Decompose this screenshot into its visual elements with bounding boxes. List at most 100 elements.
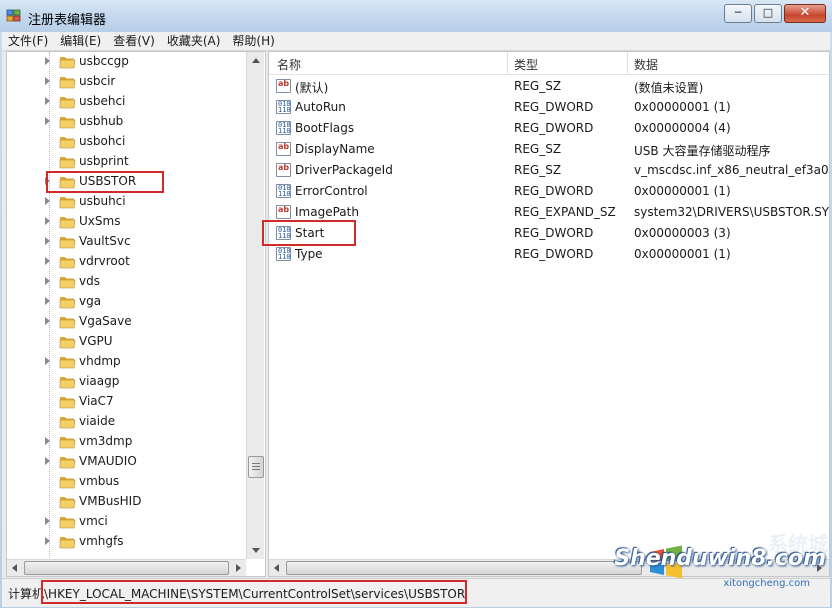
value-row[interactable]: ab ImagePath REG_EXPAND_SZ system32\DRIVERS… — [269, 202, 829, 223]
tree-item[interactable]: usbehci — [7, 92, 247, 112]
expand-arrow-icon[interactable] — [45, 537, 50, 545]
tree-item[interactable]: vm3dmp — [7, 432, 247, 452]
arrow-left-icon[interactable] — [274, 564, 279, 572]
column-data[interactable]: 数据 — [634, 56, 658, 73]
arrow-right-icon[interactable] — [236, 564, 241, 572]
expand-arrow-icon[interactable] — [45, 357, 50, 365]
scroll-up-button[interactable] — [247, 52, 264, 69]
value-name: DriverPackageId — [295, 163, 393, 177]
tree-vertical-scroll-thumb[interactable] — [248, 456, 264, 478]
tree-item[interactable]: usbohci — [7, 132, 247, 152]
tree-item-label: usbhub — [79, 114, 124, 128]
folder-icon — [59, 217, 76, 229]
value-list-pane[interactable]: 名称 类型 数据 ab (默认) REG_SZ (数值未设置) 010 110 AutoRu… — [268, 51, 830, 577]
tree-horizontal-scrollbar[interactable] — [7, 559, 246, 576]
binary-value-icon: 010 110 — [276, 247, 291, 261]
value-name: Start — [295, 226, 325, 240]
value-data: 0x00000001 (1) — [634, 100, 731, 114]
menu-view[interactable]: 查看(V) — [107, 32, 161, 50]
tree-item[interactable]: usbprint — [7, 152, 247, 172]
value-row[interactable]: ab DriverPackageId REG_SZ v_mscdsc.inf_x86_… — [269, 160, 829, 181]
expand-arrow-icon[interactable] — [45, 217, 50, 225]
value-row[interactable]: 010 110 Type REG_DWORD 0x00000001 (1) — [269, 244, 829, 265]
tree-item[interactable]: usbccgp — [7, 52, 247, 72]
expand-arrow-icon[interactable] — [45, 77, 50, 85]
expand-arrow-icon[interactable] — [45, 257, 50, 265]
tree-item[interactable]: vds — [7, 272, 247, 292]
window-title: 注册表编辑器 — [28, 13, 107, 28]
expand-arrow-icon[interactable] — [45, 197, 50, 205]
menu-help[interactable]: 帮助(H) — [226, 32, 280, 50]
column-divider[interactable] — [627, 52, 628, 74]
tree-vertical-scrollbar[interactable] — [246, 52, 264, 559]
value-data: (数值未设置) — [634, 81, 704, 95]
tree-item-label: usbohci — [79, 134, 126, 148]
tree-item[interactable]: usbcir — [7, 72, 247, 92]
tree-item[interactable]: vga — [7, 292, 247, 312]
value-row[interactable]: ab (默认) REG_SZ (数值未设置) — [269, 76, 829, 97]
expand-arrow-icon[interactable] — [45, 97, 50, 105]
expand-arrow-icon[interactable] — [45, 297, 50, 305]
column-type[interactable]: 类型 — [514, 56, 538, 73]
menu-bar: 文件(F) 编辑(E) 查看(V) 收藏夹(A) 帮助(H) — [2, 32, 830, 51]
title-bar: 注册表编辑器 ─ □ ✕ — [0, 0, 832, 32]
tree-item[interactable]: viaagp — [7, 372, 247, 392]
tree-item[interactable]: VGPU — [7, 332, 247, 352]
value-row[interactable]: 010 110 ErrorControl REG_DWORD 0x00000001 (1… — [269, 181, 829, 202]
value-name: Type — [295, 247, 323, 261]
tree-horizontal-scroll-thumb[interactable] — [24, 561, 229, 575]
expand-arrow-icon[interactable] — [45, 317, 50, 325]
tree-item[interactable]: VaultSvc — [7, 232, 247, 252]
tree-item-label: ViaC7 — [79, 394, 114, 408]
list-horizontal-scroll-thumb[interactable] — [286, 561, 642, 575]
minimize-icon: ─ — [734, 6, 742, 19]
tree-item[interactable]: vmbus — [7, 472, 247, 492]
value-type: REG_EXPAND_SZ — [514, 205, 616, 219]
value-row[interactable]: 010 110 Start REG_DWORD 0x00000003 (3) — [269, 223, 829, 244]
expand-arrow-icon[interactable] — [45, 457, 50, 465]
tree-item[interactable]: VMBusHID — [7, 492, 247, 512]
tree-item[interactable]: vmci — [7, 512, 247, 532]
tree-item[interactable]: USBSTOR — [7, 172, 247, 192]
maximize-button[interactable]: □ — [754, 4, 782, 23]
tree-item[interactable]: usbuhci — [7, 192, 247, 212]
expand-arrow-icon[interactable] — [45, 277, 50, 285]
tree-item[interactable]: UxSms — [7, 212, 247, 232]
folder-icon — [59, 97, 76, 109]
value-row[interactable]: 010 110 AutoRun REG_DWORD 0x00000001 (1) — [269, 97, 829, 118]
folder-icon — [59, 277, 76, 289]
tree-item[interactable]: usbhub — [7, 112, 247, 132]
key-tree-pane[interactable]: usbccgp usbcir usbehci usbhub usbohci usbprin… — [6, 51, 266, 577]
column-name[interactable]: 名称 — [277, 56, 301, 73]
close-icon: ✕ — [799, 5, 811, 20]
expand-arrow-icon[interactable] — [45, 517, 50, 525]
expand-arrow-icon[interactable] — [45, 177, 50, 185]
scroll-down-button[interactable] — [247, 542, 264, 559]
menu-edit[interactable]: 编辑(E) — [54, 32, 107, 50]
tree-item-label: viaagp — [79, 374, 120, 388]
tree-item[interactable]: vhdmp — [7, 352, 247, 372]
tree-item[interactable]: viaide — [7, 412, 247, 432]
expand-arrow-icon[interactable] — [45, 117, 50, 125]
value-row[interactable]: 010 110 BootFlags REG_DWORD 0x00000004 (4) — [269, 118, 829, 139]
tree-item[interactable]: vmhgfs — [7, 532, 247, 552]
tree-item[interactable]: VMAUDIO — [7, 452, 247, 472]
menu-file[interactable]: 文件(F) — [2, 32, 54, 50]
expand-arrow-icon[interactable] — [45, 237, 50, 245]
arrow-left-icon[interactable] — [12, 564, 17, 572]
expand-arrow-icon[interactable] — [45, 437, 50, 445]
minimize-button[interactable]: ─ — [724, 4, 752, 23]
tree-item[interactable]: ViaC7 — [7, 392, 247, 412]
tree-item[interactable]: vdrvroot — [7, 252, 247, 272]
value-row[interactable]: ab DisplayName REG_SZ USB 大容量存储驱动程序 — [269, 139, 829, 160]
tree-item-label: VgaSave — [79, 314, 132, 328]
tree-item-label: usbprint — [79, 154, 129, 168]
value-data: v_mscdsc.inf_x86_neutral_ef3a0c3 — [634, 163, 830, 177]
tree-item-label: USBSTOR — [79, 174, 137, 188]
close-button[interactable]: ✕ — [784, 4, 826, 23]
value-name: ErrorControl — [295, 184, 368, 198]
tree-item[interactable]: VgaSave — [7, 312, 247, 332]
expand-arrow-icon[interactable] — [45, 57, 50, 65]
menu-favorites[interactable]: 收藏夹(A) — [161, 32, 227, 50]
column-divider[interactable] — [507, 52, 508, 74]
